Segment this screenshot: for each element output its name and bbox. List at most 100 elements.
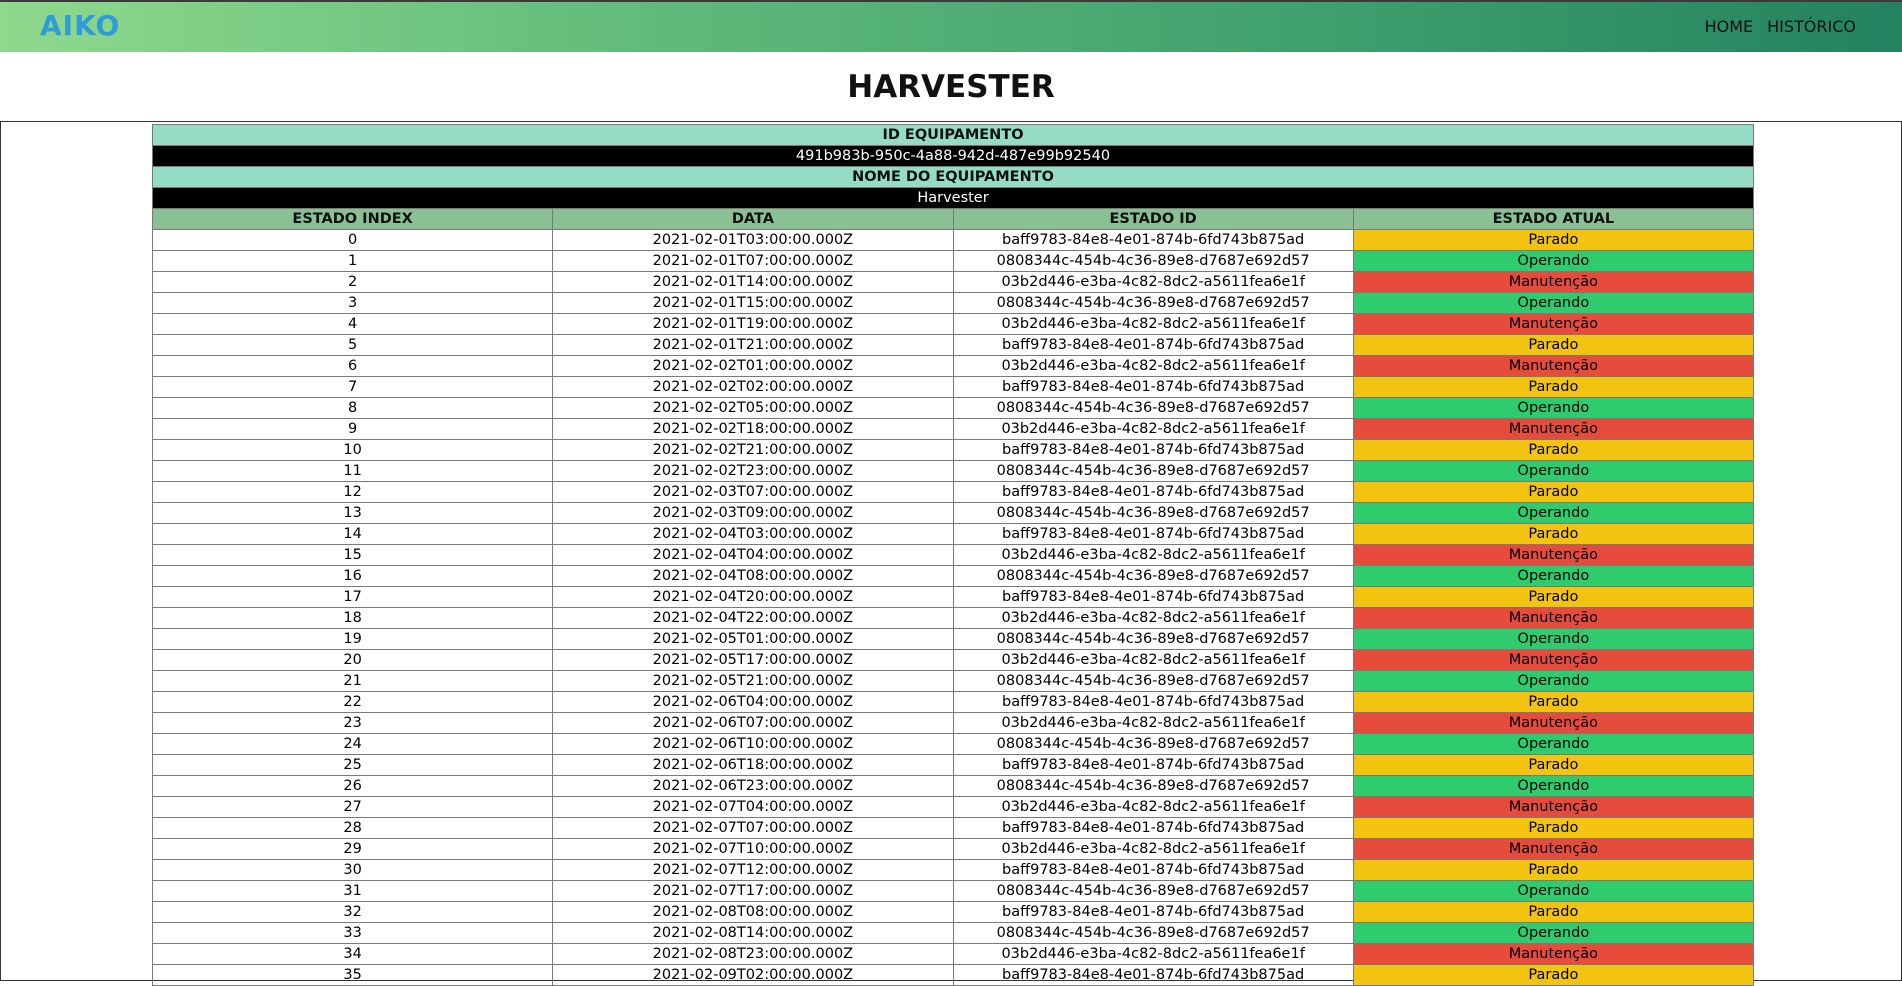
cell-estado-id: baff9783-84e8-4e01-874b-6fd743b875ad [952, 901, 1354, 923]
table-row: 31 2021-02-07T17:00:00.000Z 0808344c-454b-… [151, 880, 1755, 902]
table-row: 6 2021-02-02T01:00:00.000Z 03b2d446-e3ba-4… [151, 355, 1755, 377]
cell-estado-index: 1 [151, 250, 554, 272]
cell-data: 2021-02-06T04:00:00.000Z [552, 691, 954, 713]
cell-estado-atual: Parado [1352, 481, 1755, 503]
cell-data: 2021-02-04T03:00:00.000Z [552, 523, 954, 545]
cell-estado-id: 03b2d446-e3ba-4c82-8dc2-a5611fea6e1f [952, 355, 1354, 377]
equipment-id-label: ID EQUIPAMENTO [152, 124, 1754, 146]
cell-estado-id: baff9783-84e8-4e01-874b-6fd743b875ad [952, 376, 1354, 398]
cell-estado-id: 03b2d446-e3ba-4c82-8dc2-a5611fea6e1f [952, 544, 1354, 566]
cell-estado-id: baff9783-84e8-4e01-874b-6fd743b875ad [952, 439, 1354, 461]
cell-estado-index: 4 [151, 313, 554, 335]
nav-historico-link[interactable]: HISTÓRICO [1767, 17, 1856, 36]
cell-estado-index: 13 [151, 502, 554, 524]
equipment-id-value: 491b983b-950c-4a88-942d-487e99b92540 [152, 145, 1754, 167]
cell-estado-index: 10 [151, 439, 554, 461]
column-header-estado-id: ESTADO ID [952, 208, 1354, 230]
table-row: 28 2021-02-07T07:00:00.000Z baff9783-84e8-… [151, 817, 1755, 839]
cell-estado-index: 30 [151, 859, 554, 881]
cell-estado-atual: Parado [1352, 439, 1755, 461]
cell-estado-id: 03b2d446-e3ba-4c82-8dc2-a5611fea6e1f [952, 796, 1354, 818]
cell-estado-index: 3 [151, 292, 554, 314]
cell-data: 2021-02-08T23:00:00.000Z [552, 943, 954, 965]
cell-estado-id: 0808344c-454b-4c36-89e8-d7687e692d57 [952, 292, 1354, 314]
column-header-estado-atual: ESTADO ATUAL [1352, 208, 1755, 230]
cell-estado-index: 34 [151, 943, 554, 965]
equipment-id-value-row: 491b983b-950c-4a88-942d-487e99b92540 [152, 145, 1754, 167]
cell-estado-atual: Parado [1352, 901, 1755, 923]
cell-estado-id: baff9783-84e8-4e01-874b-6fd743b875ad [952, 859, 1354, 881]
cell-data: 2021-02-03T09:00:00.000Z [552, 502, 954, 524]
table-row: 5 2021-02-01T21:00:00.000Z baff9783-84e8-4… [151, 334, 1755, 356]
cell-estado-id: baff9783-84e8-4e01-874b-6fd743b875ad [952, 754, 1354, 776]
cell-estado-index: 2 [151, 271, 554, 293]
table-row: 13 2021-02-03T09:00:00.000Z 0808344c-454b-… [151, 502, 1755, 524]
cell-estado-index: 18 [151, 607, 554, 629]
cell-estado-atual: Operando [1352, 880, 1755, 902]
cell-data: 2021-02-06T07:00:00.000Z [552, 712, 954, 734]
cell-data: 2021-02-05T17:00:00.000Z [552, 649, 954, 671]
cell-estado-id: 03b2d446-e3ba-4c82-8dc2-a5611fea6e1f [952, 313, 1354, 335]
table-row: 4 2021-02-01T19:00:00.000Z 03b2d446-e3ba-4… [151, 313, 1755, 335]
table-row: 14 2021-02-04T03:00:00.000Z baff9783-84e8-… [151, 523, 1755, 545]
cell-data: 2021-02-01T07:00:00.000Z [552, 250, 954, 272]
cell-estado-atual: Parado [1352, 376, 1755, 398]
table-row: 23 2021-02-06T07:00:00.000Z 03b2d446-e3ba-… [151, 712, 1755, 734]
cell-estado-atual: Manutenção [1352, 649, 1755, 671]
cell-data: 2021-02-07T07:00:00.000Z [552, 817, 954, 839]
nav-home-link[interactable]: HOME [1705, 17, 1754, 36]
cell-estado-index: 16 [151, 565, 554, 587]
table-row: 8 2021-02-02T05:00:00.000Z 0808344c-454b-4… [151, 397, 1755, 419]
cell-data: 2021-02-04T04:00:00.000Z [552, 544, 954, 566]
cell-data: 2021-02-05T21:00:00.000Z [552, 670, 954, 692]
cell-estado-atual: Parado [1352, 586, 1755, 608]
cell-estado-index: 35 [151, 964, 554, 986]
cell-data: 2021-02-07T04:00:00.000Z [552, 796, 954, 818]
cell-estado-id: 03b2d446-e3ba-4c82-8dc2-a5611fea6e1f [952, 838, 1354, 860]
cell-data: 2021-02-01T15:00:00.000Z [552, 292, 954, 314]
cell-estado-index: 5 [151, 334, 554, 356]
cell-data: 2021-02-06T18:00:00.000Z [552, 754, 954, 776]
cell-data: 2021-02-08T08:00:00.000Z [552, 901, 954, 923]
cell-data: 2021-02-02T02:00:00.000Z [552, 376, 954, 398]
cell-estado-id: 0808344c-454b-4c36-89e8-d7687e692d57 [952, 565, 1354, 587]
cell-estado-id: 0808344c-454b-4c36-89e8-d7687e692d57 [952, 397, 1354, 419]
cell-estado-atual: Parado [1352, 754, 1755, 776]
cell-estado-index: 9 [151, 418, 554, 440]
cell-data: 2021-02-01T21:00:00.000Z [552, 334, 954, 356]
table-row: 0 2021-02-01T03:00:00.000Z baff9783-84e8-4… [151, 229, 1755, 251]
cell-estado-id: 0808344c-454b-4c36-89e8-d7687e692d57 [952, 250, 1354, 272]
cell-estado-index: 6 [151, 355, 554, 377]
cell-estado-index: 32 [151, 901, 554, 923]
cell-data: 2021-02-02T05:00:00.000Z [552, 397, 954, 419]
table-row: 25 2021-02-06T18:00:00.000Z baff9783-84e8-… [151, 754, 1755, 776]
table-container: ID EQUIPAMENTO 491b983b-950c-4a88-942d-4… [0, 121, 1902, 986]
cell-estado-atual: Manutenção [1352, 544, 1755, 566]
table-row: 29 2021-02-07T10:00:00.000Z 03b2d446-e3ba-… [151, 838, 1755, 860]
cell-estado-id: 03b2d446-e3ba-4c82-8dc2-a5611fea6e1f [952, 649, 1354, 671]
cell-estado-index: 27 [151, 796, 554, 818]
cell-estado-atual: Operando [1352, 397, 1755, 419]
aiko-logo[interactable]: AIKO [40, 9, 120, 42]
cell-estado-atual: Operando [1352, 250, 1755, 272]
nav-links: HOME HISTÓRICO [1705, 17, 1856, 36]
cell-estado-atual: Operando [1352, 502, 1755, 524]
cell-estado-index: 20 [151, 649, 554, 671]
equipment-name-label-row: NOME DO EQUIPAMENTO [152, 166, 1754, 188]
cell-data: 2021-02-04T08:00:00.000Z [552, 565, 954, 587]
cell-estado-id: 03b2d446-e3ba-4c82-8dc2-a5611fea6e1f [952, 607, 1354, 629]
cell-estado-id: 03b2d446-e3ba-4c82-8dc2-a5611fea6e1f [952, 943, 1354, 965]
cell-estado-index: 14 [151, 523, 554, 545]
table-row: 32 2021-02-08T08:00:00.000Z baff9783-84e8-… [151, 901, 1755, 923]
cell-estado-id: 0808344c-454b-4c36-89e8-d7687e692d57 [952, 502, 1354, 524]
cell-estado-atual: Parado [1352, 964, 1755, 986]
table-row: 16 2021-02-04T08:00:00.000Z 0808344c-454b-… [151, 565, 1755, 587]
cell-estado-id: baff9783-84e8-4e01-874b-6fd743b875ad [952, 586, 1354, 608]
cell-estado-id: baff9783-84e8-4e01-874b-6fd743b875ad [952, 334, 1354, 356]
cell-estado-atual: Parado [1352, 859, 1755, 881]
cell-estado-id: 0808344c-454b-4c36-89e8-d7687e692d57 [952, 922, 1354, 944]
table-row: 17 2021-02-04T20:00:00.000Z baff9783-84e8-… [151, 586, 1755, 608]
table-row: 12 2021-02-03T07:00:00.000Z baff9783-84e8-… [151, 481, 1755, 503]
equipment-name-value-row: Harvester [152, 187, 1754, 209]
cell-estado-id: baff9783-84e8-4e01-874b-6fd743b875ad [952, 229, 1354, 251]
